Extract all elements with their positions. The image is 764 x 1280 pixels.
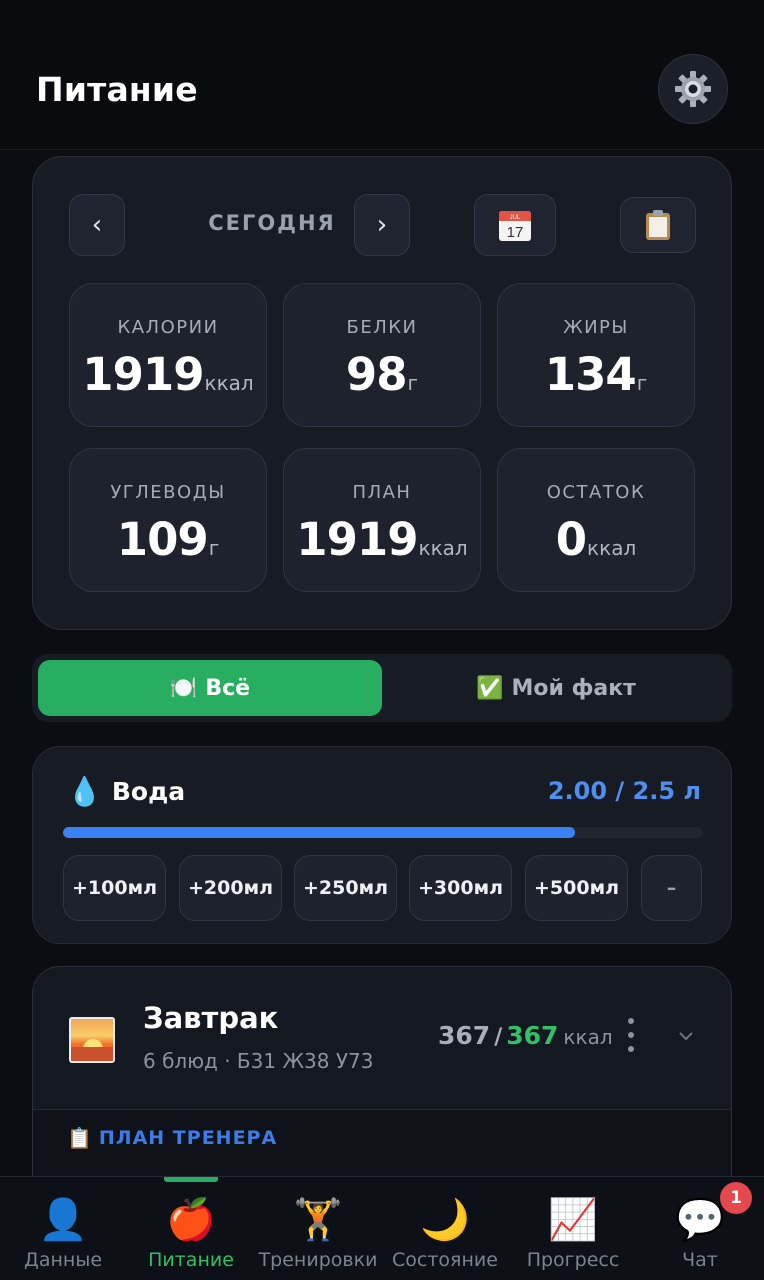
stat-remaining: ОСТАТОК 0 ккал: [497, 448, 695, 592]
add-water-500-button[interactable]: +500мл: [525, 855, 628, 921]
svg-text:17: 17: [507, 224, 524, 241]
nav-tab-progress[interactable]: 📈 Прогресс: [508, 1177, 638, 1280]
stat-label: ЖИРЫ: [563, 317, 629, 338]
app-header: Питание: [0, 0, 764, 150]
stat-label: УГЛЕВОДЫ: [110, 482, 226, 503]
nav-tab-workouts[interactable]: 🏋️ Тренировки: [253, 1177, 383, 1280]
calendar-button[interactable]: JUL 17: [474, 194, 556, 256]
stat-label: ПЛАН: [352, 482, 412, 503]
clipboard-button[interactable]: [620, 197, 696, 253]
speech-bubble-icon: 💬: [675, 1197, 725, 1243]
stat-carbs: УГЛЕВОДЫ 109 г: [69, 448, 267, 592]
more-vertical-icon[interactable]: [623, 1015, 639, 1055]
bottom-navigation: 👤 Данные 🍎 Питание 🏋️ Тренировки 🌙 Состо…: [0, 1176, 764, 1280]
calendar-icon: JUL 17: [499, 211, 531, 241]
stat-value: 98: [345, 348, 408, 401]
chat-unread-badge: 1: [720, 1182, 752, 1214]
stat-unit: ккал: [587, 536, 637, 560]
check-mark-icon: ✅: [476, 675, 504, 701]
date-label: СЕГОДНЯ: [208, 211, 336, 235]
nav-tab-nutrition[interactable]: 🍎 Питание: [126, 1177, 256, 1280]
next-day-button[interactable]: ›: [354, 194, 410, 256]
stat-value: 109: [116, 513, 209, 566]
add-water-200-button[interactable]: +200мл: [179, 855, 282, 921]
water-progress-bar: [63, 827, 703, 838]
chevron-right-icon: ›: [376, 210, 388, 240]
nav-label: Чат: [682, 1249, 718, 1271]
meal-kcal-plan: 367: [506, 1021, 559, 1050]
filter-all-label: Всё: [205, 675, 251, 701]
moon-icon: 🌙: [420, 1197, 470, 1243]
water-tracker-card: 💧 Вода 2.00 / 2.5 л +100мл +200мл +250мл…: [32, 746, 732, 944]
nav-tab-condition[interactable]: 🌙 Состояние: [380, 1177, 510, 1280]
chart-up-icon: 📈: [548, 1197, 598, 1243]
stat-unit: ккал: [204, 371, 254, 395]
stat-unit: г: [636, 371, 648, 395]
chevron-left-icon: ‹: [91, 210, 103, 240]
apple-icon: 🍎: [166, 1197, 216, 1243]
meal-kcal-eaten: 367: [438, 1021, 491, 1050]
stat-value: 1919: [82, 348, 204, 401]
stat-protein: БЕЛКИ 98 г: [283, 283, 481, 427]
stat-fat: ЖИРЫ 134 г: [497, 283, 695, 427]
weightlifter-icon: 🏋️: [293, 1197, 343, 1243]
plate-icon: 🍽️: [169, 675, 198, 701]
view-filter-toggle: 🍽️ Всё ✅ Мой факт: [32, 654, 732, 722]
user-icon: 👤: [38, 1197, 88, 1243]
add-water-100-button[interactable]: +100мл: [63, 855, 166, 921]
chevron-down-icon[interactable]: [677, 1029, 695, 1043]
water-progress-fill: [63, 827, 575, 838]
meal-calories: 367 / 367 ккал: [438, 1021, 613, 1050]
stat-label: БЕЛКИ: [346, 317, 418, 338]
remove-water-button[interactable]: –: [641, 855, 702, 921]
water-amount: 2.00 / 2.5 л: [547, 777, 701, 805]
filter-my-fact-button[interactable]: ✅ Мой факт: [384, 660, 728, 716]
water-title: Вода: [111, 777, 186, 806]
add-water-300-button[interactable]: +300мл: [409, 855, 512, 921]
page-title: Питание: [36, 70, 198, 109]
trainer-plan-label: ПЛАН ТРЕНЕРА: [98, 1127, 278, 1149]
stat-plan: ПЛАН 1919 ккал: [283, 448, 481, 592]
stat-value: 1919: [296, 513, 418, 566]
nav-tab-data[interactable]: 👤 Данные: [0, 1177, 128, 1280]
meal-kcal-unit: ккал: [563, 1025, 613, 1049]
svg-text:JUL: JUL: [510, 215, 521, 221]
clipboard-icon: [646, 210, 670, 240]
stat-unit: г: [407, 371, 419, 395]
stat-label: КАЛОРИИ: [117, 317, 219, 338]
daily-summary-card: ‹ СЕГОДНЯ › JUL 17 КАЛОРИИ 1919 ккал БЕЛ…: [32, 156, 732, 630]
stat-value: 134: [544, 348, 637, 401]
prev-day-button[interactable]: ‹: [69, 194, 125, 256]
settings-button[interactable]: [658, 54, 728, 124]
stat-unit: ккал: [418, 536, 468, 560]
stat-value: 0: [555, 513, 587, 566]
filter-all-button[interactable]: 🍽️ Всё: [38, 660, 382, 716]
meal-kcal-separator: /: [494, 1025, 503, 1050]
sunrise-icon: [69, 1017, 115, 1063]
stat-calories: КАЛОРИИ 1919 ккал: [69, 283, 267, 427]
nutrition-screen: Питание ‹ СЕГОДНЯ › JUL 17 КАЛОРИИ 1919 …: [0, 0, 764, 1280]
meal-macros-summary: 6 блюд · Б31 Ж38 У73: [143, 1049, 374, 1073]
stat-unit: г: [208, 536, 220, 560]
meal-name: Завтрак: [143, 1001, 279, 1035]
water-drop-icon: 💧: [67, 775, 102, 808]
filter-my-fact-label: Мой факт: [511, 675, 636, 701]
stat-label: ОСТАТОК: [546, 482, 646, 503]
clipboard-icon: 📋: [67, 1126, 93, 1150]
gear-icon: [675, 71, 711, 107]
add-water-250-button[interactable]: +250мл: [294, 855, 397, 921]
